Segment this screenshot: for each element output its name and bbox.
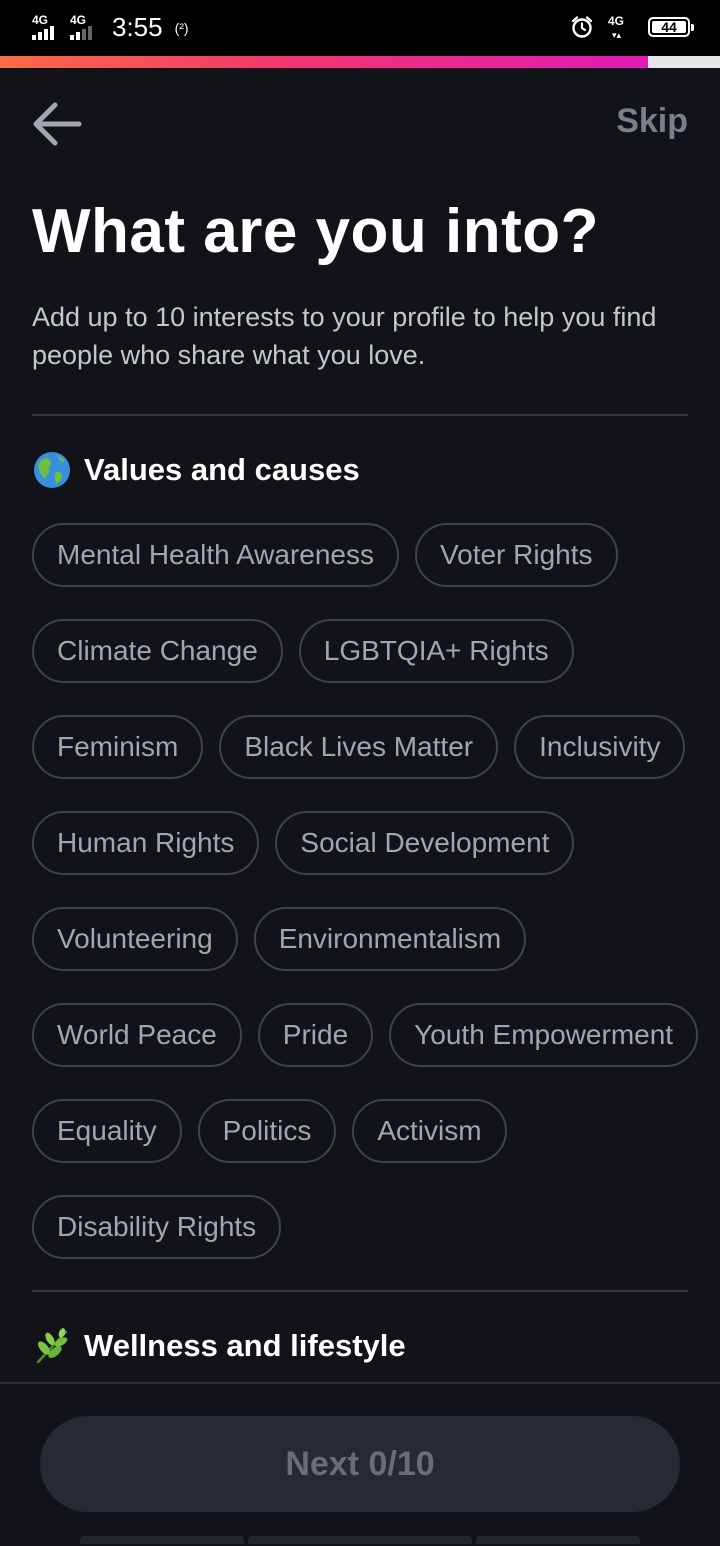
section-header-wellness: Wellness and lifestyle <box>32 1326 406 1366</box>
progress-fill <box>0 56 648 68</box>
page-subtitle: Add up to 10 interests to your profile t… <box>32 302 657 370</box>
globe-americas-icon <box>34 452 70 488</box>
onboarding-progress-bar <box>0 56 720 68</box>
interest-chip[interactable]: World Peace <box>32 1003 242 1067</box>
nav-hint <box>80 1536 244 1544</box>
nav-hint <box>248 1536 472 1544</box>
alarm-clock-icon <box>571 16 593 38</box>
divider <box>32 1290 688 1292</box>
interest-chip[interactable]: Mental Health Awareness <box>32 523 399 587</box>
interest-chip[interactable]: Youth Empowerment <box>389 1003 699 1067</box>
section-title: Values and causes <box>84 452 360 487</box>
section-title: Wellness and lifestyle <box>84 1328 406 1363</box>
interest-chip[interactable]: Activism <box>352 1099 507 1163</box>
status-left: 4G 4G 3:55 (²) <box>32 12 189 43</box>
hotspot-icon: (²) <box>174 19 189 36</box>
mobile-data-label: 4G <box>608 14 625 28</box>
interest-chip[interactable]: LGBTQIA+ Rights <box>298 619 574 683</box>
interest-chip[interactable]: Disability Rights <box>32 1195 282 1259</box>
interest-chip[interactable]: Pride <box>257 1003 374 1067</box>
status-right: 4G ▾▴ 44 <box>570 14 694 40</box>
interest-chip[interactable]: Climate Change <box>32 619 283 683</box>
interest-chip[interactable]: Volunteering <box>32 907 238 971</box>
interest-chip[interactable]: Feminism <box>32 715 204 779</box>
mobile-data-icon: 4G ▾▴ <box>608 14 625 40</box>
interest-chip[interactable]: Inclusivity <box>514 715 686 779</box>
nav-hint <box>476 1536 640 1544</box>
interest-chip-group: Mental Health Awareness Voter Rights Clima… <box>32 523 702 1259</box>
battery-level: 44 <box>661 19 677 35</box>
status-time: 3:55 <box>112 12 163 42</box>
section-header-values: Values and causes <box>32 450 360 490</box>
interest-chip[interactable]: Black Lives Matter <box>219 715 499 779</box>
next-button[interactable]: Next 0/10 <box>40 1416 680 1512</box>
arrow-left-icon <box>33 102 82 146</box>
signal-2-label: 4G <box>70 12 87 27</box>
signal-strength-icon: 4G <box>70 14 98 42</box>
interest-chip[interactable]: Voter Rights <box>415 523 618 587</box>
interest-chip[interactable]: Equality <box>32 1099 182 1163</box>
back-button[interactable] <box>30 98 84 150</box>
battery-icon: 44 <box>648 17 694 37</box>
signal-1-label: 4G <box>32 12 49 27</box>
skip-button[interactable]: Skip <box>616 102 688 141</box>
page-title: What are you into? <box>32 197 599 266</box>
interest-chip[interactable]: Human Rights <box>32 811 260 875</box>
herb-icon <box>36 1328 68 1364</box>
signal-strength-icon: 4G <box>32 14 60 42</box>
interest-chip[interactable]: Social Development <box>275 811 575 875</box>
divider <box>32 414 688 416</box>
interest-chip[interactable]: Politics <box>197 1099 337 1163</box>
status-bar: 4G 4G 3:55 (²) 4G ▾▴ 44 <box>0 0 720 56</box>
interest-chip[interactable]: Environmentalism <box>253 907 527 971</box>
